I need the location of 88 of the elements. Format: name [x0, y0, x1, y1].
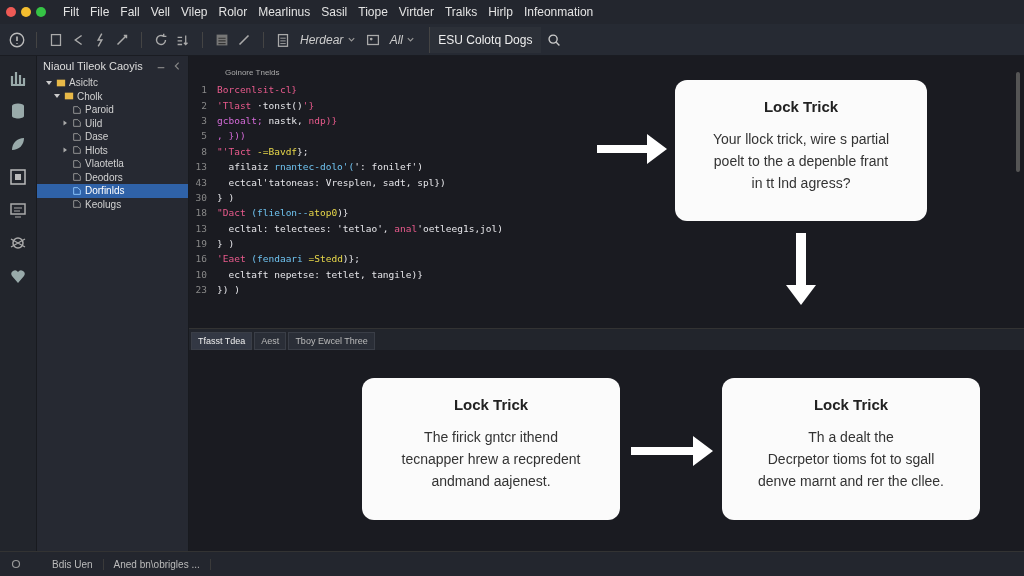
- sidebar-title: Niaoul Tileok Caoyis: [43, 60, 143, 72]
- menu-item[interactable]: Infeonmation: [523, 5, 594, 19]
- line-number: 13: [194, 161, 207, 173]
- tree-item[interactable]: Asicltc: [37, 76, 188, 90]
- file-icon: [72, 158, 82, 169]
- status-item[interactable]: Bdis Uen: [52, 558, 104, 570]
- line-number: 19: [194, 238, 207, 250]
- code-line: ectcal'tatoneas: Vresplen, sadt, spl}): [227, 176, 446, 188]
- tree-item[interactable]: Uild: [37, 116, 188, 130]
- menu-item[interactable]: File: [90, 5, 110, 19]
- info-icon[interactable]: [8, 30, 26, 49]
- tree-item[interactable]: Dorfinlds: [37, 184, 188, 198]
- file-icon: [72, 118, 82, 129]
- line-number: 2: [200, 99, 207, 111]
- card-text: The firick gntcr ithend tecnapper hrew a recpredent andmand aajenest.: [401, 428, 581, 491]
- file-icon: [72, 185, 82, 196]
- monitor-icon[interactable]: [8, 200, 28, 220]
- line-number: 18: [194, 207, 207, 219]
- file-icon: [72, 104, 82, 115]
- tree-item[interactable]: Cholk: [37, 89, 188, 103]
- menu-item[interactable]: Tralks: [444, 5, 478, 19]
- card-title: Lock Trick: [453, 396, 529, 413]
- menu-item[interactable]: Virtder: [398, 5, 434, 19]
- menu-item[interactable]: Sasil: [321, 5, 348, 19]
- image-frame-icon[interactable]: [8, 167, 28, 187]
- line-number: 43: [194, 176, 207, 188]
- view-dropdown[interactable]: Herdear: [296, 32, 360, 47]
- code-line: afilaiz rnantec-dolo'(': fonilef'): [227, 161, 423, 173]
- card-text: Th a dealt the Decrpetor tioms fot to sgall denve marnt and rer the cllee.: [758, 428, 944, 491]
- line-number: 1: [200, 84, 207, 96]
- code-line: Borcenlsit-cl}: [217, 84, 298, 96]
- panel-tab[interactable]: Tfasst Tdea: [191, 332, 253, 350]
- menu-item[interactable]: Vilep: [181, 5, 208, 19]
- code-line: ecltal: telectees: 'tetlao', anal'oetleeg1s,jol): [227, 222, 503, 234]
- menu-item[interactable]: Rolor: [218, 5, 248, 19]
- line-number: 10: [194, 268, 207, 280]
- line-number: 13: [194, 222, 207, 234]
- menu-item[interactable]: Hirlp: [488, 5, 513, 19]
- tree-item[interactable]: Paroid: [37, 103, 188, 117]
- code-line: 'Tlast ·tonst()'}: [217, 99, 315, 111]
- collapsed-arrow-icon[interactable]: [61, 119, 69, 128]
- collapsed-arrow-icon[interactable]: [61, 146, 69, 155]
- maximize-button[interactable]: [36, 7, 46, 17]
- code-line: "Dact (flielon--atop0)}: [217, 207, 349, 219]
- card-title: Lock Trick: [813, 396, 889, 413]
- line-number: 23: [194, 284, 207, 296]
- panel-tab[interactable]: Tboy Ewcel Three: [288, 332, 375, 350]
- line-number: 5: [200, 130, 207, 142]
- tree-item[interactable]: Keolugs: [37, 197, 188, 211]
- menu-item[interactable]: Vell: [150, 5, 171, 19]
- folder-icon: [64, 91, 74, 102]
- tree-item[interactable]: Hlots: [37, 143, 188, 157]
- card-text: Your llock trick, wire s partial poelt to the a depenble frant in tt lnd agress?: [712, 130, 890, 193]
- status-item[interactable]: Aned bn\obrigles ...: [113, 558, 211, 570]
- search-field[interactable]: ESU Colotq Dogs: [429, 26, 542, 53]
- file-icon: [72, 145, 82, 156]
- code-line: ecltaft nepetse: tetlet, tangile)}: [227, 268, 423, 280]
- menu-item[interactable]: Tiope: [358, 5, 388, 19]
- filter-dropdown[interactable]: All: [385, 32, 420, 47]
- tree-item[interactable]: Vlaotetla: [37, 157, 188, 171]
- tree-item[interactable]: Deodors: [37, 170, 188, 184]
- card-title: Lock Trick: [763, 98, 839, 115]
- code-line: } ): [217, 238, 235, 250]
- code-line: , })): [217, 130, 246, 142]
- code-line: "'Tact -=Bavdf};: [217, 145, 309, 157]
- menu-item[interactable]: Fall: [120, 5, 140, 19]
- editor-tab[interactable]: Goinore Tnelds: [189, 56, 1024, 82]
- panel-tab[interactable]: Aest: [254, 332, 287, 350]
- menu-item[interactable]: Filt: [63, 5, 79, 19]
- folder-icon: [56, 77, 66, 88]
- tree-item[interactable]: Dase: [37, 130, 188, 144]
- file-icon: [72, 172, 82, 183]
- line-number: 8: [200, 145, 207, 157]
- line-number: 30: [194, 191, 207, 203]
- code-line: } ): [217, 191, 235, 203]
- right-arrow: [597, 132, 669, 166]
- scrollbar-icon[interactable]: [1014, 72, 1022, 172]
- minimize-button[interactable]: [21, 7, 31, 17]
- code-line: 'Eaet (fendaari =Stedd)};: [217, 253, 361, 265]
- line-number: 16: [194, 253, 207, 265]
- close-button[interactable]: [6, 7, 16, 17]
- chevron-left-icon[interactable]: [172, 61, 182, 71]
- menu-item[interactable]: Mearlinus: [258, 5, 311, 19]
- line-number: 3: [200, 114, 207, 126]
- file-icon: [72, 199, 82, 210]
- code-line: gcboalt; nastk, ndp)}: [217, 114, 338, 126]
- file-icon: [72, 131, 82, 142]
- code-line: }) ): [217, 284, 240, 296]
